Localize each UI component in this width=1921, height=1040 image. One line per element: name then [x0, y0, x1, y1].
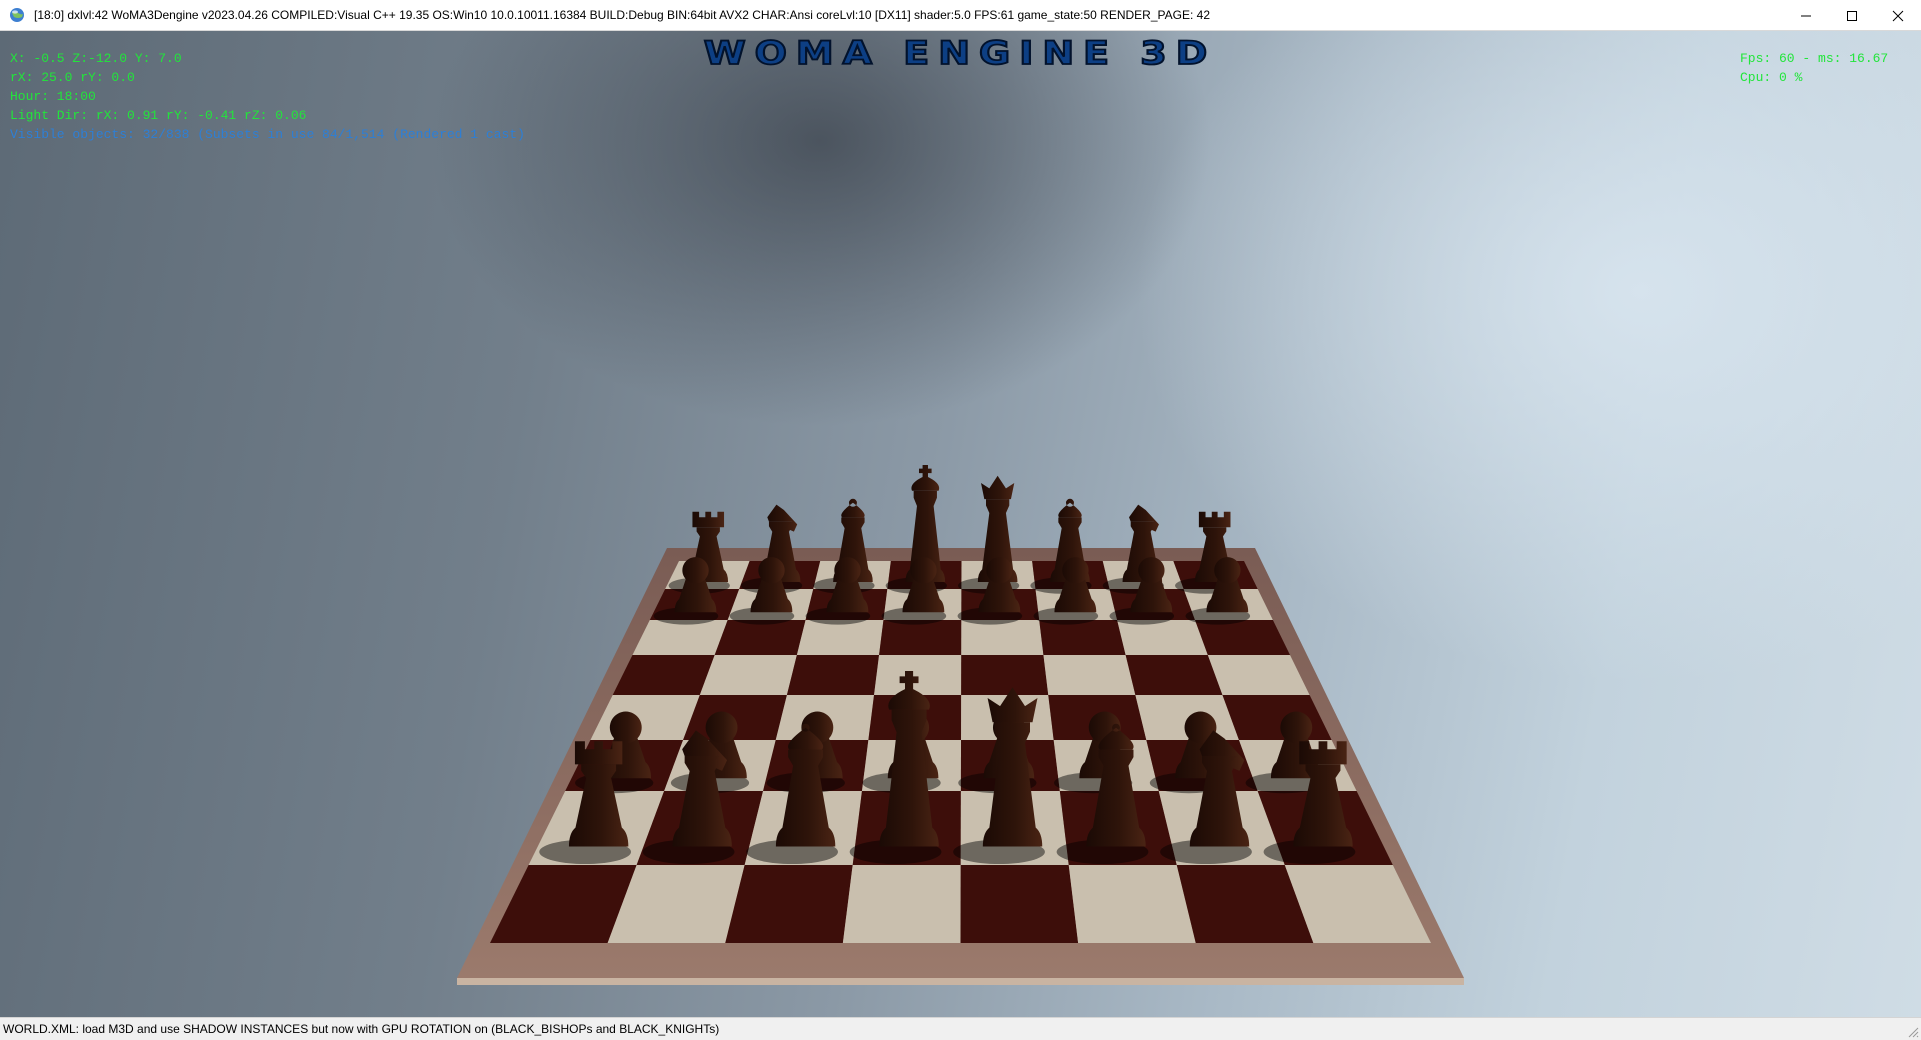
window-controls — [1783, 0, 1921, 31]
board-square[interactable] — [786, 655, 880, 695]
board-square[interactable] — [879, 620, 962, 655]
maximize-icon — [1847, 10, 1857, 21]
minimize-button[interactable] — [1783, 0, 1829, 31]
chess-scene — [457, 465, 1464, 985]
hud-hour: Hour: 18:00 — [10, 89, 96, 104]
minimize-icon — [1801, 15, 1811, 16]
board-square[interactable] — [796, 620, 884, 655]
hud-fps: Fps: 60 - ms: 16.67 — [1740, 51, 1889, 66]
close-icon — [1892, 10, 1904, 21]
hud-camera-position: X: -0.5 Z:-12.0 Y: 7.0 — [10, 51, 182, 66]
engine-logo: WOMA ENGINE 3D — [703, 34, 1217, 74]
board-square[interactable] — [1125, 655, 1223, 695]
board-edge — [457, 978, 1464, 985]
render-viewport[interactable]: WOMA ENGINE 3D X: -0.5 Z:-12.0 Y: 7.0 rX… — [0, 31, 1921, 1017]
window-title: [18:0] dxlvl:42 WoMA3Dengine v2023.04.26… — [34, 8, 1210, 22]
board-square[interactable] — [961, 620, 1044, 655]
maximize-button[interactable] — [1829, 0, 1875, 31]
hud-visible-objects: Visible objects: 32/838 (Subsets in use … — [10, 127, 525, 142]
board-square[interactable] — [699, 655, 797, 695]
logo-text: WOMA ENGINE 3D — [704, 35, 1217, 73]
board-square[interactable] — [1043, 655, 1136, 695]
status-text: WORLD.XML: load M3D and use SHADOW INSTA… — [3, 1022, 720, 1036]
title-bar: [18:0] dxlvl:42 WoMA3Dengine v2023.04.26… — [0, 0, 1921, 31]
hud-cpu: Cpu: 0 % — [1740, 70, 1803, 85]
hud-camera-rotation: rX: 25.0 rY: 0.0 — [10, 70, 135, 85]
board-square[interactable] — [1039, 620, 1126, 655]
board-square[interactable] — [1068, 865, 1196, 943]
board-square[interactable] — [842, 865, 961, 943]
board-square[interactable] — [714, 620, 806, 655]
board-square[interactable] — [1117, 620, 1208, 655]
board-square[interactable] — [961, 655, 1049, 695]
hud-light-direction: Light Dir: rX: 0.91 rY: -0.41 rZ: 0.06 — [10, 108, 307, 123]
board-square[interactable] — [960, 865, 1079, 943]
board-square[interactable] — [725, 865, 853, 943]
close-button[interactable] — [1875, 0, 1921, 31]
hud-stats-right: Fps: 60 - ms: 16.67 Cpu: 0 % — [1740, 49, 1888, 87]
hud-stats-left: X: -0.5 Z:-12.0 Y: 7.0 rX: 25.0 rY: 0.0 … — [10, 49, 525, 144]
globe-icon — [10, 8, 24, 22]
resize-grip-icon[interactable] — [1905, 1024, 1919, 1038]
status-bar: WORLD.XML: load M3D and use SHADOW INSTA… — [0, 1017, 1921, 1040]
board-square[interactable] — [874, 655, 962, 695]
